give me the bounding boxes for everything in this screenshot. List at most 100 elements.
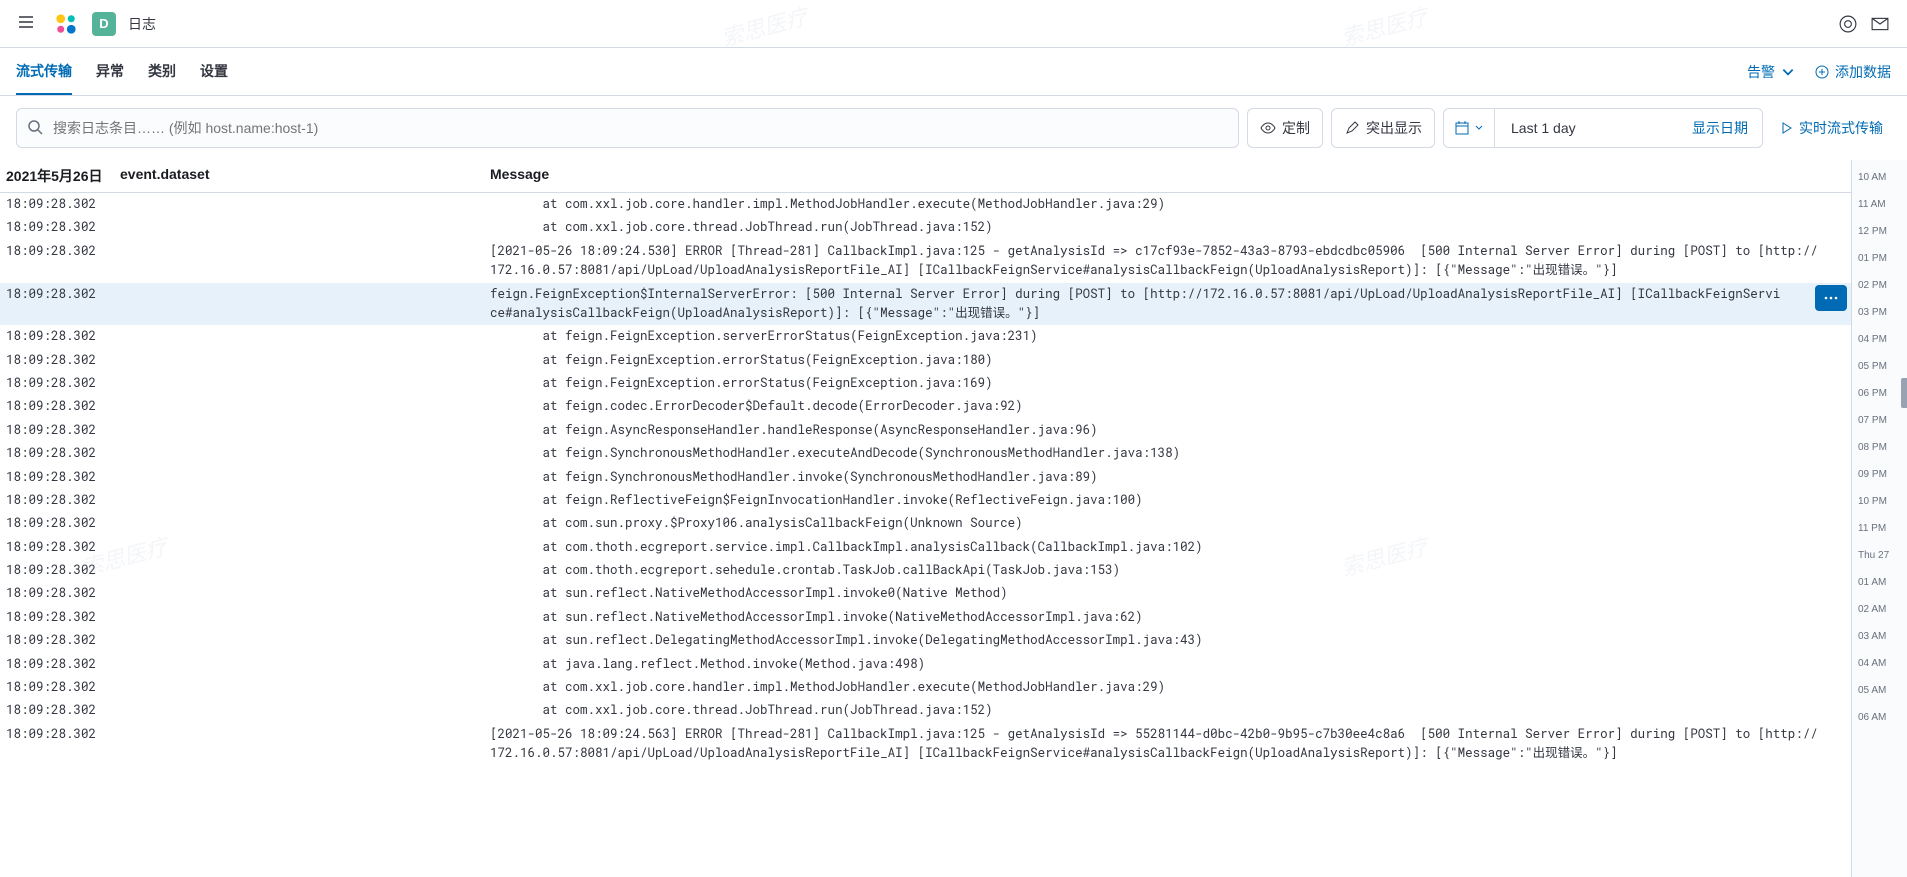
log-timestamp: 18:09:28.302	[0, 631, 120, 650]
timeline-tick[interactable]: 11 AM	[1852, 191, 1907, 218]
timeline-tick[interactable]: 02 AM	[1852, 596, 1907, 623]
log-row[interactable]: 18:09:28.302 at sun.reflect.NativeMethod…	[0, 606, 1851, 629]
log-row[interactable]: 18:09:28.302 at com.xxl.job.core.handler…	[0, 676, 1851, 699]
elastic-logo[interactable]	[52, 10, 80, 38]
log-row[interactable]: 18:09:28.302 at com.thoth.ecgreport.serv…	[0, 536, 1851, 559]
stream-live-button[interactable]: 实时流式传输	[1771, 118, 1891, 138]
log-timestamp: 18:09:28.302	[0, 584, 120, 603]
timeline-tick[interactable]: 03 AM	[1852, 623, 1907, 650]
help-icon[interactable]	[1839, 15, 1857, 33]
chevron-down-icon	[1781, 65, 1795, 79]
log-row[interactable]: 18:09:28.302 at feign.SynchronousMethodH…	[0, 442, 1851, 465]
log-message: at feign.SynchronousMethodHandler.execut…	[490, 444, 1851, 463]
tab-3[interactable]: 设置	[200, 48, 228, 95]
timeline-tick[interactable]: 05 AM	[1852, 677, 1907, 704]
show-dates-button[interactable]: 显示日期	[1678, 118, 1762, 138]
log-timestamp: 18:09:28.302	[0, 701, 120, 720]
log-timestamp: 18:09:28.302	[0, 351, 120, 370]
timeline-tick[interactable]: Thu 27	[1852, 542, 1907, 569]
highlight-button[interactable]: 突出显示	[1331, 108, 1435, 148]
search-input[interactable]	[53, 120, 1238, 136]
log-timestamp: 18:09:28.302	[0, 242, 120, 281]
log-message: at com.xxl.job.core.thread.JobThread.run…	[490, 218, 1851, 237]
newsfeed-icon[interactable]	[1871, 15, 1889, 33]
log-dataset	[120, 285, 490, 324]
timeline-tick[interactable]: 06 PM	[1852, 380, 1907, 407]
log-row[interactable]: 18:09:28.302 at feign.SynchronousMethodH…	[0, 466, 1851, 489]
log-timestamp: 18:09:28.302	[0, 655, 120, 674]
timeline-tick[interactable]: 05 PM	[1852, 353, 1907, 380]
log-row[interactable]: 18:09:28.302 at sun.reflect.NativeMethod…	[0, 582, 1851, 605]
log-row[interactable]: 18:09:28.302 at java.lang.reflect.Method…	[0, 653, 1851, 676]
log-row[interactable]: 18:09:28.302 at com.xxl.job.core.handler…	[0, 193, 1851, 216]
tab-2[interactable]: 类别	[148, 48, 176, 95]
row-more-button[interactable]	[1815, 285, 1847, 311]
log-message: at feign.FeignException.serverErrorStatu…	[490, 327, 1851, 346]
menu-toggle-button[interactable]	[12, 8, 40, 39]
timeline-tick[interactable]: 04 AM	[1852, 650, 1907, 677]
log-dataset	[120, 701, 490, 720]
timeline-tick[interactable]: 01 AM	[1852, 569, 1907, 596]
stream-live-label: 实时流式传输	[1799, 118, 1883, 138]
log-message: at sun.reflect.NativeMethodAccessorImpl.…	[490, 608, 1851, 627]
timeline-tick[interactable]: 12 PM	[1852, 218, 1907, 245]
log-dataset	[120, 514, 490, 533]
log-row[interactable]: 18:09:28.302feign.FeignException$Interna…	[0, 283, 1851, 326]
timeline-tick[interactable]: 10 PM	[1852, 488, 1907, 515]
log-row[interactable]: 18:09:28.302 at feign.FeignException.err…	[0, 349, 1851, 372]
tab-1[interactable]: 异常	[96, 48, 124, 95]
timeline-tick[interactable]: 07 PM	[1852, 407, 1907, 434]
log-row[interactable]: 18:09:28.302 at feign.AsyncResponseHandl…	[0, 419, 1851, 442]
customize-button[interactable]: 定制	[1247, 108, 1323, 148]
log-dataset	[120, 584, 490, 603]
log-dataset	[120, 218, 490, 237]
log-row[interactable]: 18:09:28.302 at com.xxl.job.core.thread.…	[0, 216, 1851, 239]
log-row[interactable]: 18:09:28.302 at feign.codec.ErrorDecoder…	[0, 395, 1851, 418]
log-row[interactable]: 18:09:28.302[2021-05-26 18:09:24.530] ER…	[0, 240, 1851, 283]
timeline-tick[interactable]: 02 PM	[1852, 272, 1907, 299]
log-row[interactable]: 18:09:28.302 at sun.reflect.DelegatingMe…	[0, 629, 1851, 652]
log-row[interactable]: 18:09:28.302 at feign.FeignException.ser…	[0, 325, 1851, 348]
column-header-dataset[interactable]: event.dataset	[120, 166, 490, 186]
alerts-label: 告警	[1747, 62, 1775, 82]
log-row[interactable]: 18:09:28.302 at com.xxl.job.core.thread.…	[0, 699, 1851, 722]
timeline-tick[interactable]: 01 PM	[1852, 245, 1907, 272]
log-timestamp: 18:09:28.302	[0, 397, 120, 416]
timeline-tick[interactable]: 10 AM	[1852, 164, 1907, 191]
log-dataset	[120, 561, 490, 580]
log-dataset	[120, 655, 490, 674]
timeline-tick[interactable]: 06 AM	[1852, 704, 1907, 731]
timeline-tick[interactable]: 08 PM	[1852, 434, 1907, 461]
timeline-tick[interactable]: 04 PM	[1852, 326, 1907, 353]
column-header-message[interactable]: Message	[490, 166, 1851, 186]
play-icon	[1779, 121, 1793, 135]
timeline-current-indicator[interactable]	[1901, 378, 1907, 408]
log-timestamp: 18:09:28.302	[0, 678, 120, 697]
log-row[interactable]: 18:09:28.302 at com.sun.proxy.$Proxy106.…	[0, 512, 1851, 535]
alerts-button[interactable]: 告警	[1747, 62, 1795, 82]
log-message: at java.lang.reflect.Method.invoke(Metho…	[490, 655, 1851, 674]
log-row[interactable]: 18:09:28.302 at com.thoth.ecgreport.sehe…	[0, 559, 1851, 582]
log-timestamp: 18:09:28.302	[0, 538, 120, 557]
date-picker[interactable]: Last 1 day 显示日期	[1443, 108, 1763, 148]
date-calendar-button[interactable]	[1444, 109, 1495, 147]
timeline-tick[interactable]: 11 PM	[1852, 515, 1907, 542]
date-range-text[interactable]: Last 1 day	[1495, 120, 1678, 136]
highlight-label: 突出显示	[1366, 118, 1422, 138]
column-header-time[interactable]: 2021年5月26日	[0, 166, 120, 186]
tabs-row: 流式传输异常类别设置 告警 添加数据	[0, 48, 1907, 96]
log-message: [2021-05-26 18:09:24.563] ERROR [Thread-…	[490, 725, 1851, 764]
log-row[interactable]: 18:09:28.302 at feign.ReflectiveFeign$Fe…	[0, 489, 1851, 512]
log-message: at com.xxl.job.core.handler.impl.MethodJ…	[490, 678, 1851, 697]
tab-0[interactable]: 流式传输	[16, 48, 72, 95]
log-dataset	[120, 468, 490, 487]
search-box[interactable]	[16, 108, 1239, 148]
timeline-minimap[interactable]: 10 AM11 AM12 PM01 PM02 PM03 PM04 PM05 PM…	[1851, 160, 1907, 877]
highlight-icon	[1344, 120, 1360, 136]
space-badge[interactable]: D	[92, 12, 116, 36]
log-row[interactable]: 18:09:28.302 at feign.FeignException.err…	[0, 372, 1851, 395]
add-data-button[interactable]: 添加数据	[1815, 62, 1891, 82]
log-row[interactable]: 18:09:28.302[2021-05-26 18:09:24.563] ER…	[0, 723, 1851, 766]
timeline-tick[interactable]: 03 PM	[1852, 299, 1907, 326]
timeline-tick[interactable]: 09 PM	[1852, 461, 1907, 488]
